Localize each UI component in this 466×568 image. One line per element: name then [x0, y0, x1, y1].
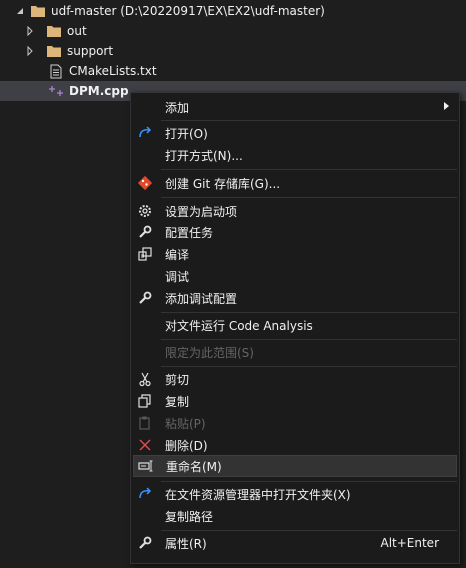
tree-item-label: CMakeLists.txt [69, 64, 157, 78]
menu-separator [161, 481, 457, 482]
menu-separator [161, 120, 457, 121]
menu-item-run-code-analysis[interactable]: 对文件运行 Code Analysis [133, 314, 457, 336]
wrench-icon [136, 534, 154, 552]
menu-separator [161, 312, 457, 313]
scissors-icon [136, 370, 154, 388]
menu-item-debug[interactable]: 调试 [133, 265, 457, 287]
menu-item-copy-path[interactable]: 复制路径 [133, 505, 457, 527]
tree-item-label: out [67, 24, 87, 38]
folder-open-icon [30, 3, 46, 19]
menu-separator [161, 197, 457, 198]
menu-item-add[interactable]: 添加 [133, 96, 457, 118]
collapsed-chevron-icon[interactable] [24, 41, 36, 61]
paste-icon [136, 414, 154, 432]
build-icon [136, 245, 154, 263]
menu-item-compile[interactable]: 编译 [133, 243, 457, 265]
rename-icon [137, 457, 155, 475]
menu-item-open[interactable]: 打开(O) [133, 122, 457, 144]
shortcut-text: Alt+Enter [380, 536, 439, 550]
submenu-arrow-icon [444, 102, 449, 112]
menu-item-paste: 粘贴(P) [133, 412, 457, 434]
menu-item-copy[interactable]: 复制 [133, 390, 457, 412]
cpp-file-icon [48, 83, 64, 99]
open-arrow-icon [136, 485, 154, 503]
menu-item-open-in-explorer[interactable]: 在文件资源管理器中打开文件夹(X) [133, 483, 457, 505]
menu-item-create-git-repo[interactable]: 创建 Git 存储库(G)... [133, 172, 457, 194]
tree-root-folder[interactable]: udf-master (D:\20220917\EX\EX2\udf-maste… [0, 1, 466, 21]
menu-item-delete[interactable]: 删除(D) [133, 434, 457, 456]
menu-item-properties[interactable]: 属性(R) Alt+Enter [133, 532, 457, 554]
menu-separator [161, 366, 457, 367]
expanded-chevron-icon[interactable] [14, 1, 26, 21]
folder-icon [46, 23, 62, 39]
menu-item-config-tasks[interactable]: 配置任务 [133, 221, 457, 243]
tree-item-cmakelists[interactable]: CMakeLists.txt [0, 61, 466, 81]
root-folder-label: udf-master (D:\20220917\EX\EX2\udf-maste… [51, 4, 325, 18]
tree-item-support[interactable]: support [0, 41, 466, 61]
menu-item-cut[interactable]: 剪切 [133, 368, 457, 390]
tree-item-label: DPM.cpp [69, 84, 129, 98]
git-icon [136, 174, 154, 192]
context-menu: 添加 打开(O) 打开方式(N)... 创建 Git 存储库(G)... 设置为… [130, 92, 460, 564]
tree-item-label: support [67, 44, 114, 58]
open-arrow-icon [136, 124, 154, 142]
menu-item-add-debug-config[interactable]: 添加调试配置 [133, 287, 457, 309]
solution-explorer-tree: udf-master (D:\20220917\EX\EX2\udf-maste… [0, 0, 466, 101]
wrench-icon [136, 289, 154, 307]
folder-icon [46, 43, 62, 59]
collapsed-chevron-icon[interactable] [24, 21, 36, 41]
gear-icon [136, 202, 154, 220]
menu-item-open-with[interactable]: 打开方式(N)... [133, 144, 457, 166]
menu-item-scope-to-this: 限定为此范围(S) [165, 345, 254, 360]
wrench-icon [136, 223, 154, 241]
tree-item-out[interactable]: out [0, 21, 466, 41]
menu-item-rename[interactable]: 重命名(M) [133, 455, 457, 477]
menu-separator [161, 339, 457, 340]
menu-item-set-startup[interactable]: 设置为启动项 [133, 200, 457, 222]
copy-icon [136, 392, 154, 410]
text-file-icon [48, 63, 64, 79]
menu-separator [161, 169, 457, 170]
menu-separator [161, 530, 457, 531]
delete-x-icon [136, 436, 154, 454]
